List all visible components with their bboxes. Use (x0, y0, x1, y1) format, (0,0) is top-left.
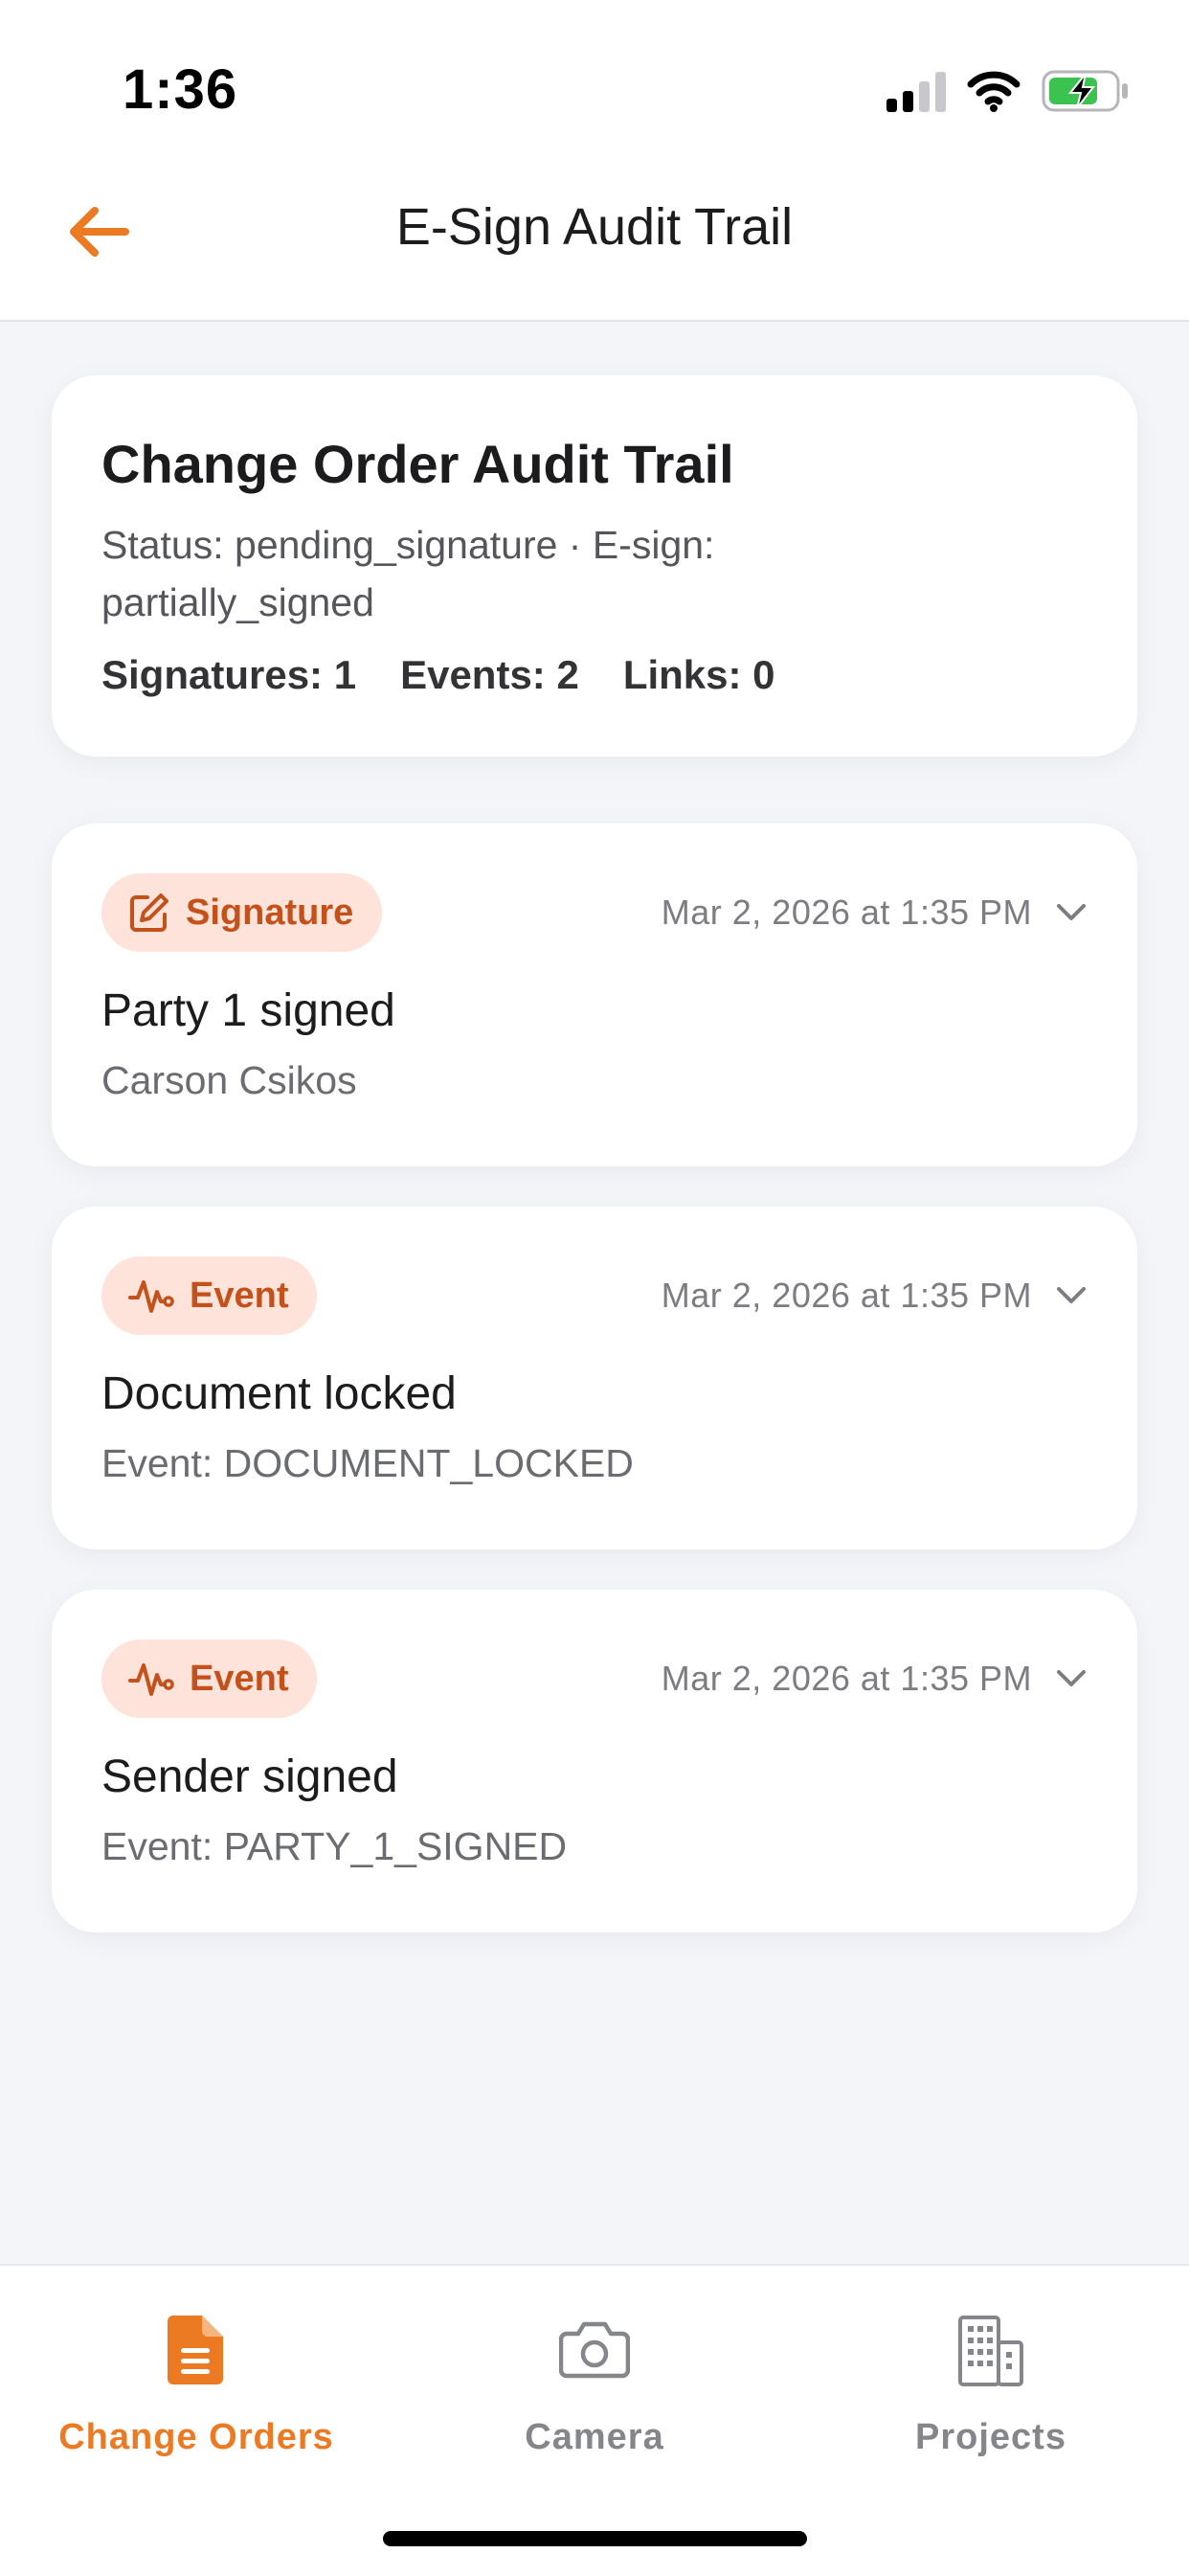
audit-entry-card[interactable]: Event Mar 2, 2026 at 1:35 PM Document lo… (52, 1207, 1137, 1549)
badge-label: Signature (186, 892, 354, 933)
camera-icon (559, 2321, 630, 2379)
summary-counts: Signatures: 1 Events: 2 Links: 0 (101, 652, 1088, 698)
battery-charging-icon (1042, 69, 1130, 118)
navigation-bar: E-Sign Audit Trail (0, 153, 1189, 322)
signature-badge: Signature (101, 873, 383, 952)
tab-change-orders[interactable]: Change Orders (24, 2310, 369, 2458)
activity-icon (128, 1663, 174, 1696)
wifi-icon (967, 70, 1021, 117)
entry-timestamp: Mar 2, 2026 at 1:35 PM (661, 1276, 1032, 1315)
summary-status-line: Status: pending_signature · E-sign: part… (101, 523, 715, 624)
entry-subtitle: Event: DOCUMENT_LOCKED (101, 1441, 634, 1485)
event-badge: Event (101, 1256, 318, 1335)
entry-title: Sender signed (101, 1751, 398, 1802)
page-title: E-Sign Audit Trail (395, 198, 794, 256)
links-count: Links: 0 (622, 652, 775, 697)
badge-label: Event (190, 1275, 289, 1316)
chevron-down-icon (1057, 904, 1086, 920)
tab-bar: Change Orders Camera Projects (0, 2264, 1189, 2576)
events-count: Events: 2 (400, 652, 579, 697)
signatures-count: Signatures: 1 (101, 652, 357, 697)
tab-label: Camera (525, 2417, 664, 2457)
entry-title: Document locked (101, 1368, 457, 1419)
expand-toggle[interactable]: Mar 2, 2026 at 1:35 PM (662, 893, 1088, 933)
chevron-down-icon (1057, 1287, 1086, 1303)
chevron-down-icon (1057, 1670, 1086, 1686)
status-icons (886, 69, 1130, 118)
event-badge: Event (101, 1639, 318, 1718)
entry-timestamp: Mar 2, 2026 at 1:35 PM (661, 893, 1032, 932)
summary-title: Change Order Audit Trail (101, 434, 734, 494)
entry-title: Party 1 signed (101, 985, 395, 1036)
entry-subtitle: Event: PARTY_1_SIGNED (101, 1824, 568, 1868)
cellular-signal-icon (886, 70, 946, 117)
activity-icon (128, 1280, 174, 1313)
audit-entry-card[interactable]: Event Mar 2, 2026 at 1:35 PM Sender sign… (52, 1590, 1137, 1932)
building-icon (958, 2316, 1023, 2386)
summary-card: Change Order Audit Trail Status: pending… (52, 375, 1137, 757)
badge-label: Event (190, 1658, 289, 1699)
tab-label: Projects (915, 2417, 1066, 2457)
document-icon (168, 2316, 223, 2384)
home-indicator[interactable] (383, 2531, 807, 2546)
audit-trail-content[interactable]: Change Order Audit Trail Status: pending… (0, 322, 1189, 2264)
status-bar: 1:36 (0, 0, 1189, 153)
status-time: 1:36 (123, 58, 238, 121)
tab-label: Change Orders (58, 2417, 334, 2457)
tab-projects[interactable]: Projects (819, 2310, 1163, 2458)
edit-icon (130, 893, 168, 932)
expand-toggle[interactable]: Mar 2, 2026 at 1:35 PM (662, 1276, 1088, 1316)
expand-toggle[interactable]: Mar 2, 2026 at 1:35 PM (662, 1659, 1088, 1699)
entry-subtitle: Carson Csikos (101, 1058, 357, 1102)
tab-camera[interactable]: Camera (422, 2310, 767, 2458)
audit-entry-card[interactable]: Signature Mar 2, 2026 at 1:35 PM Party 1… (52, 824, 1137, 1166)
entry-timestamp: Mar 2, 2026 at 1:35 PM (661, 1659, 1032, 1698)
